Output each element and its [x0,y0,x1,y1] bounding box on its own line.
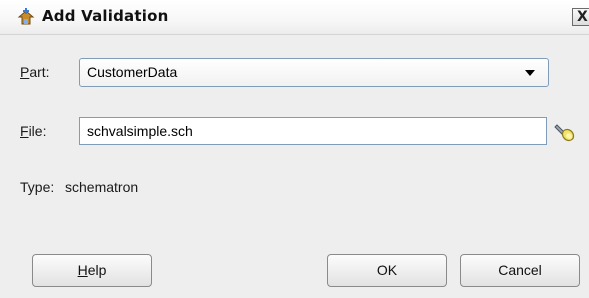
part-label: Part: [20,64,50,80]
help-button-label: elp [87,262,107,278]
add-validation-icon [17,8,35,25]
file-input[interactable]: schvalsimple.sch [79,117,547,145]
part-dropdown-value: CustomerData [87,64,178,80]
cancel-button[interactable]: Cancel [460,254,580,287]
help-button-mnemonic: H [77,262,88,278]
file-input-value: schvalsimple.sch [87,123,193,139]
part-label-text: art: [29,64,50,80]
chevron-down-icon[interactable] [525,70,535,76]
type-value: schematron [65,179,139,195]
title-bar[interactable]: Add Validation X [0,0,589,35]
dialog-title: Add Validation [42,7,169,25]
type-label: Type: [20,179,55,195]
file-label-mnemonic: F [20,123,29,139]
part-label-mnemonic: P [20,64,30,80]
ok-button[interactable]: OK [327,254,447,287]
flashlight-search-icon[interactable] [553,120,577,142]
add-validation-dialog: Add Validation X Part: CustomerData File… [0,0,589,298]
file-label: File: [20,123,46,139]
part-dropdown[interactable]: CustomerData [79,58,549,87]
file-label-text: ile: [28,123,47,139]
close-button[interactable]: X [572,8,589,26]
help-button[interactable]: Help [32,254,152,287]
